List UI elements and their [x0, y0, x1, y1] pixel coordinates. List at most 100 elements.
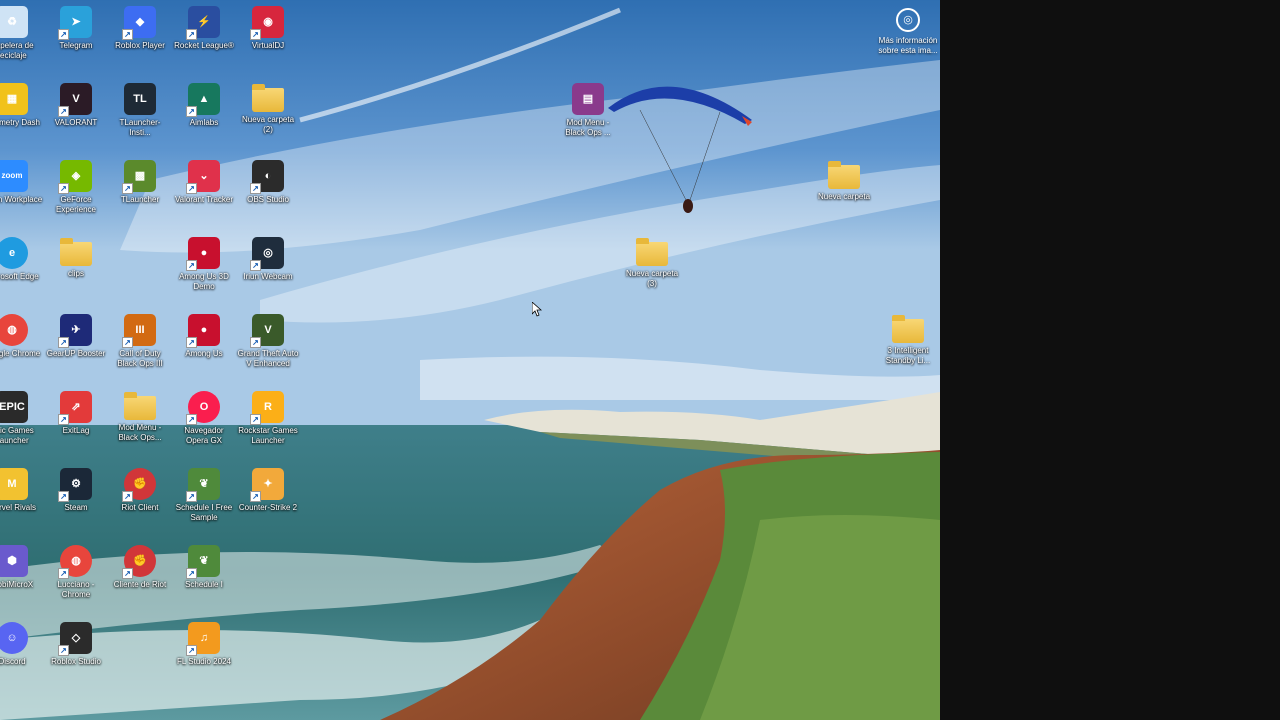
desktop-shortcut[interactable]: zoom Zoom Workplace	[0, 160, 43, 205]
desktop-shortcut-label: Epic Games Launcher	[0, 426, 34, 445]
exitlag-icon: ⇗ ↗	[58, 391, 92, 425]
desktop-shortcut[interactable]: ◍ Google Chrome	[0, 314, 43, 359]
desktop-shortcut-label: Geometry Dash	[0, 118, 41, 127]
telegram-icon: ➤ ↗	[58, 6, 92, 40]
desktop-shortcut[interactable]: ❦ ↗ Schedule I	[173, 545, 235, 590]
desktop-shortcut-label: Zoom Workplace	[0, 195, 43, 204]
desktop-shortcut[interactable]: EPIC Epic Games Launcher	[0, 391, 43, 446]
shortcut-arrow-icon: ↗	[58, 106, 69, 117]
desktop-shortcut-label: MobiMicroX	[0, 580, 34, 589]
desktop-shortcut-label: Aimlabs	[189, 118, 219, 127]
desktop-shortcut-label: Iriun Webcam	[243, 272, 293, 281]
desktop-shortcut[interactable]: ⬢ MobiMicroX	[0, 545, 43, 590]
desktop-shortcut[interactable]: ⌄ ↗ Valorant Tracker	[173, 160, 235, 205]
shortcut-arrow-icon: ↗	[250, 414, 261, 425]
desktop-shortcut[interactable]: Nueva carpeta (2)	[237, 83, 299, 135]
desktop-shortcut[interactable]: ▦ Geometry Dash	[0, 83, 43, 128]
desktop-shortcut-label: Google Chrome	[0, 349, 41, 358]
desktop-shortcut[interactable]: ◍ ↗ Lucciano - Chrome	[45, 545, 107, 600]
shortcut-arrow-icon: ↗	[186, 183, 197, 194]
geforce-experience-icon: ◈ ↗	[58, 160, 92, 194]
riot-client-icon: ✊ ↗	[122, 468, 156, 502]
desktop-shortcut-label: TLauncher-Insti...	[119, 118, 161, 137]
desktop-shortcut[interactable]: ● ↗ Among Us	[173, 314, 235, 359]
shortcut-arrow-icon: ↗	[122, 337, 133, 348]
shortcut-arrow-icon: ↗	[250, 183, 261, 194]
obs-studio-icon: ◐ ↗	[250, 160, 284, 194]
edge-icon: e	[0, 237, 28, 269]
desktop-shortcut[interactable]: R ↗ Rockstar Games Launcher	[237, 391, 299, 446]
desktop-shortcut[interactable]: ◉ ↗ VirtualDJ	[237, 6, 299, 51]
shortcut-arrow-icon: ↗	[186, 491, 197, 502]
desktop-shortcut-label: Navegador Opera GX	[184, 426, 224, 445]
desktop-shortcut[interactable]: TL TLauncher-Insti...	[109, 83, 171, 138]
shortcut-arrow-icon: ↗	[186, 260, 197, 271]
riot-client-icon: ✊ ↗	[122, 545, 156, 579]
desktop-shortcut[interactable]: ♻ Papelera de reciclaje	[0, 6, 43, 61]
schedule-i-free-sample-icon: ❦ ↗	[186, 468, 220, 502]
mobimicrox-icon: ⬢	[0, 545, 28, 577]
desktop-shortcut[interactable]: ⇗ ↗ ExitLag	[45, 391, 107, 436]
folder-icon	[636, 238, 668, 266]
shortcut-arrow-icon: ↗	[186, 337, 197, 348]
desktop-shortcut[interactable]: ◎ ↗ Iriun Webcam	[237, 237, 299, 282]
chrome-icon: ◍	[0, 314, 28, 346]
desktop-shortcut[interactable]: ✊ ↗ Riot Client	[109, 468, 171, 513]
desktop-shortcut[interactable]: Nueva carpeta (3)	[621, 237, 683, 289]
desktop-shortcut[interactable]: III ↗ Call of Duty Black Ops III	[109, 314, 171, 369]
geometry-dash-icon: ▦	[0, 83, 28, 115]
desktop-shortcut[interactable]: ➤ ↗ Telegram	[45, 6, 107, 51]
desktop-shortcut[interactable]: V ↗ VALORANT	[45, 83, 107, 128]
desktop-shortcut-label: Schedule I	[185, 580, 223, 589]
desktop-shortcut[interactable]: O ↗ Navegador Opera GX	[173, 391, 235, 446]
shortcut-arrow-icon: ↗	[250, 337, 261, 348]
desktop-shortcut-label: Mod Menu - Black Ops...	[118, 423, 162, 442]
desktop-shortcut[interactable]: ◈ ↗ GeForce Experience	[45, 160, 107, 215]
desktop-shortcut[interactable]: ◐ ↗ OBS Studio	[237, 160, 299, 205]
tlauncher-icon: ▩ ↗	[122, 160, 156, 194]
shortcut-arrow-icon: ↗	[58, 29, 69, 40]
valorant-tracker-icon: ⌄ ↗	[186, 160, 220, 194]
desktop-shortcut[interactable]: Nueva carpeta	[813, 160, 875, 202]
schedule-i-icon: ❦ ↗	[186, 545, 220, 579]
desktop-shortcut[interactable]: ✈ ↗ GearUP Booster	[45, 314, 107, 359]
desktop-shortcut[interactable]: ▤ Mod Menu - Black Ops ...	[557, 83, 619, 138]
desktop-shortcut[interactable]: ● ↗ Among Us 3D Demo	[173, 237, 235, 292]
desktop-shortcut[interactable]: e Microsoft Edge	[0, 237, 43, 282]
shortcut-arrow-icon: ↗	[58, 183, 69, 194]
folder-icon	[892, 315, 924, 343]
more-info-button[interactable]: ◎ Más información sobre esta ima...	[872, 8, 940, 56]
camera-info-icon: ◎	[896, 8, 920, 32]
desktop-shortcut[interactable]: clips	[45, 237, 107, 279]
desktop-shortcut[interactable]: ❦ ↗ Schedule I Free Sample	[173, 468, 235, 523]
desktop-shortcut[interactable]: ⚙ ↗ Steam	[45, 468, 107, 513]
desktop-shortcut-label: Call of Duty Black Ops III	[117, 349, 163, 368]
desktop-shortcut[interactable]: ☺ Discord	[0, 622, 43, 667]
desktop-shortcut[interactable]: Mod Menu - Black Ops...	[109, 391, 171, 443]
desktop-shortcut-label: Rockstar Games Launcher	[238, 426, 298, 445]
shortcut-arrow-icon: ↗	[186, 29, 197, 40]
desktop-shortcut[interactable]: ▩ ↗ TLauncher	[109, 160, 171, 205]
desktop-shortcut[interactable]: V ↗ Grand Theft Auto V Enhanced	[237, 314, 299, 369]
desktop-shortcut[interactable]: ◇ ↗ Roblox Studio	[45, 622, 107, 667]
desktop-shortcut[interactable]: M Marvel Rivals	[0, 468, 43, 513]
desktop-shortcut-label: Nueva carpeta	[817, 192, 871, 201]
tlauncher-installer-icon: TL	[124, 83, 156, 115]
mouse-pointer-icon	[532, 302, 542, 317]
among-us-icon: ● ↗	[186, 314, 220, 348]
call-of-duty-icon: III ↗	[122, 314, 156, 348]
desktop-shortcut[interactable]: ⚡ ↗ Rocket League®	[173, 6, 235, 51]
desktop-shortcut-label: Microsoft Edge	[0, 272, 39, 281]
desktop-shortcut[interactable]: ◆ ↗ Roblox Player	[109, 6, 171, 51]
desktop-shortcut[interactable]: ✦ ↗ Counter-Strike 2	[237, 468, 299, 513]
folder-icon	[828, 161, 860, 189]
desktop-shortcut[interactable]: ♫ ↗ FL Studio 2024	[173, 622, 235, 667]
desktop-shortcut-label: ExitLag	[62, 426, 90, 435]
desktop-shortcut[interactable]: ✊ ↗ Cliente de Riot	[109, 545, 171, 590]
desktop-shortcut[interactable]: ▲ ↗ Aimlabs	[173, 83, 235, 128]
shortcut-arrow-icon: ↗	[186, 106, 197, 117]
folder-icon	[252, 84, 284, 112]
desktop-shortcut-label: VirtualDJ	[251, 41, 285, 50]
rockstar-games-icon: R ↗	[250, 391, 284, 425]
desktop-shortcut[interactable]: 3 Intelligent Standby Li...	[877, 314, 939, 366]
